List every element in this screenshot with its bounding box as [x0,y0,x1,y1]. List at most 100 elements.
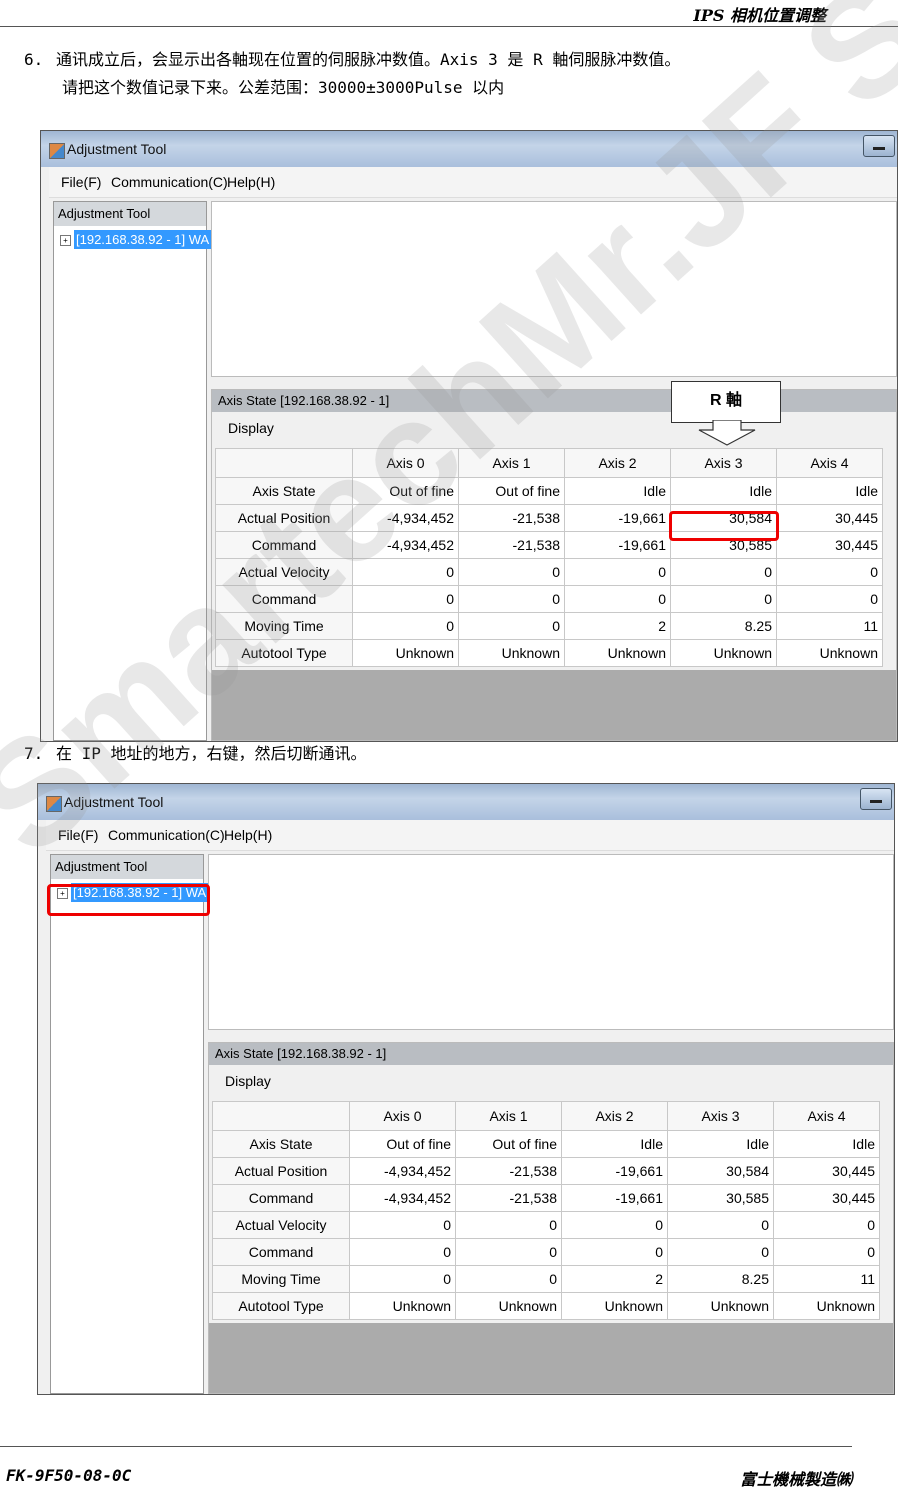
table-cell: Unknown [561,1292,668,1320]
table-cell: -19,661 [561,1157,668,1185]
menu-file[interactable]: File(F) [61,174,101,190]
table-row: Axis State Out of fine Out of fine Idle … [212,1130,880,1158]
table-cell: 0 [455,1265,562,1293]
table-cell: 0 [561,1238,668,1266]
row-header: Actual Position [215,504,353,532]
table-cell: 0 [670,558,777,586]
row-header: Command [212,1238,350,1266]
column-header: Axis 4 [776,448,883,478]
table-cell: 0 [455,1211,562,1239]
window-title: Adjustment Tool [64,794,164,810]
step-7-number: 7. [24,744,44,763]
table-cell: -4,934,452 [349,1157,456,1185]
table-cell: Idle [564,477,671,505]
table-cell: Unknown [349,1292,456,1320]
minimize-button[interactable] [863,135,895,157]
column-header: Axis 3 [670,448,777,478]
footer-company: 富士機械製造㈱ [739,1470,852,1489]
table-cell: Unknown [773,1292,880,1320]
table-cell: Idle [773,1130,880,1158]
table-cell: 30,585 [667,1184,774,1212]
row-header: Moving Time [212,1265,350,1293]
gray-empty-area [212,670,896,740]
row-header: Autotool Type [212,1292,350,1320]
table-cell: Out of fine [349,1130,456,1158]
header-rule [0,26,898,27]
table-row: Command 0 0 0 0 0 [215,585,883,613]
table-row: Command -4,934,452 -21,538 -19,661 30,58… [215,531,883,559]
step-6-text-line1: 通讯成立后，会显示出各軸现在位置的伺服脉冲数值。Axis 3 是 R 軸伺服脉冲… [56,50,681,69]
axis-panel-title: Axis State [192.168.38.92 - 1] [212,390,896,412]
column-header: Axis 0 [352,448,459,478]
table-row: Moving Time 0 0 2 8.25 11 [215,612,883,640]
table-cell: 8.25 [667,1265,774,1293]
column-header: Axis 2 [561,1101,668,1131]
column-header: Axis 1 [458,448,565,478]
highlight-ip-node [47,884,210,916]
table-cell: 0 [455,1238,562,1266]
table-cell: 30,445 [773,1157,880,1185]
step-6: 6. 通讯成立后，会显示出各軸现在位置的伺服脉冲数值。Axis 3 是 R 軸伺服… [0,46,680,102]
step-6-number: 6. [24,50,44,69]
r-axis-callout: R 軸 [671,381,781,423]
step-7: 7. 在 IP 地址的地方，右键，然后切断通讯。 [0,740,367,768]
table-cell: 30,445 [776,531,883,559]
table-cell: Out of fine [352,477,459,505]
menu-help[interactable]: Help(H) [227,174,275,190]
menu-communication[interactable]: Communication(C) [108,827,225,843]
menu-communication[interactable]: Communication(C) [111,174,228,190]
axis-state-panel: Axis State [192.168.38.92 - 1] Display A… [211,389,897,741]
table-cell: Idle [667,1130,774,1158]
menu-bar: File(F) Communication(C) Help(H) [46,820,894,851]
table-cell: 8.25 [670,612,777,640]
tree-header: Adjustment Tool [51,855,203,879]
axis-state-table: Axis 0 Axis 1 Axis 2 Axis 3 Axis 4 Axis … [215,448,883,667]
table-cell: 0 [349,1238,456,1266]
tree-panel: Adjustment Tool + [192.168.38.92 - 1] WA [53,201,212,741]
table-cell: 0 [564,558,671,586]
row-header: Actual Position [212,1157,350,1185]
window-titlebar: Adjustment Tool [38,784,894,820]
row-header: Axis State [215,477,353,505]
table-cell: -21,538 [455,1157,562,1185]
column-header: Axis 3 [667,1101,774,1131]
table-cell: -19,661 [561,1184,668,1212]
upper-blank-panel [211,201,897,377]
menu-bar: File(F) Communication(C) Help(H) [49,167,897,198]
screenshot-window-2: Adjustment Tool File(F) Communication(C)… [37,783,895,1395]
table-cell: 0 [352,558,459,586]
table-cell: 0 [773,1211,880,1239]
step-7-text: 在 IP 地址的地方，右键，然后切断通讯。 [56,744,367,763]
row-header: Actual Velocity [215,558,353,586]
table-cell: 0 [776,558,883,586]
table-cell: Unknown [458,639,565,667]
table-cell: 30,445 [776,504,883,532]
table-cell: Out of fine [455,1130,562,1158]
row-header: Command [212,1184,350,1212]
table-row: Axis State Out of fine Out of fine Idle … [215,477,883,505]
table-cell: -19,661 [564,504,671,532]
table-cell: 0 [773,1238,880,1266]
column-header: Axis 1 [455,1101,562,1131]
table-cell: 0 [667,1211,774,1239]
table-row: Autotool Type Unknown Unknown Unknown Un… [212,1292,880,1320]
display-menu[interactable]: Display [209,1065,893,1095]
menu-help[interactable]: Help(H) [224,827,272,843]
window-title: Adjustment Tool [67,141,167,157]
table-cell: Out of fine [458,477,565,505]
row-header: Axis State [212,1130,350,1158]
table-row: Command 0 0 0 0 0 [212,1238,880,1266]
table-cell: Idle [670,477,777,505]
column-header: Axis 0 [349,1101,456,1131]
down-arrow-icon [698,420,756,446]
app-icon [46,796,62,812]
table-cell: Unknown [352,639,459,667]
tree-node-label[interactable]: [192.168.38.92 - 1] WA [74,230,212,249]
expand-plus-icon[interactable]: + [60,235,71,247]
minimize-button[interactable] [860,788,892,810]
row-header: Command [215,585,353,613]
tree-node-ip[interactable]: + [192.168.38.92 - 1] WA [60,230,212,249]
table-cell: 0 [561,1211,668,1239]
display-menu[interactable]: Display [212,412,896,442]
menu-file[interactable]: File(F) [58,827,98,843]
